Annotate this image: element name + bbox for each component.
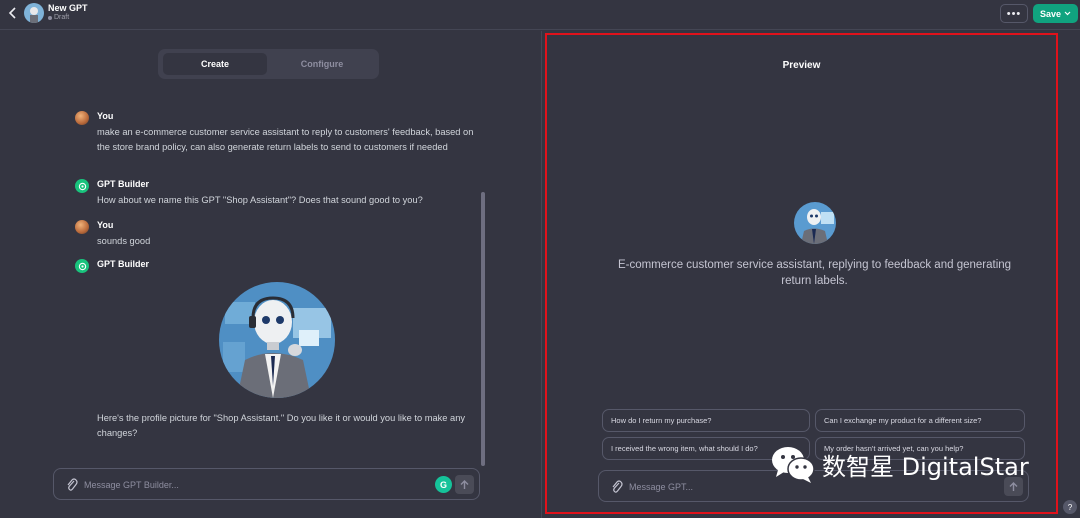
gpt-title: New GPT xyxy=(48,3,88,13)
message-text: sounds good xyxy=(97,236,151,246)
chat-scrollbar[interactable] xyxy=(481,192,485,466)
chevron-down-icon xyxy=(1064,11,1071,16)
paperclip-icon[interactable] xyxy=(610,479,624,495)
message-author: You xyxy=(97,220,114,230)
conversation-starter[interactable]: Can I exchange my product for a differen… xyxy=(815,409,1025,432)
save-label: Save xyxy=(1039,8,1062,19)
conversation-starter[interactable]: How do I return my purchase? xyxy=(602,409,810,432)
message-author: GPT Builder xyxy=(97,179,150,189)
gpt-avatar xyxy=(24,3,44,23)
grammarly-icon[interactable]: G xyxy=(435,476,452,493)
top-bar: New GPT Draft ••• Save xyxy=(0,0,1080,30)
tab-create[interactable]: Create xyxy=(163,53,267,75)
builder-message-box: G xyxy=(53,468,480,500)
generated-profile-picture xyxy=(219,282,335,398)
builder-message-input[interactable] xyxy=(84,477,424,493)
preview-title: Preview xyxy=(782,60,821,71)
message-text: How about we name this GPT "Shop Assista… xyxy=(97,195,423,205)
draft-status: Draft xyxy=(48,14,69,21)
wechat-logo-icon xyxy=(772,447,815,483)
mode-tabs: Create Configure xyxy=(158,49,379,79)
builder-pane: Create Configure You make an e-commerce … xyxy=(0,31,541,518)
save-button[interactable]: Save xyxy=(1033,4,1078,23)
help-button[interactable]: ? xyxy=(1063,500,1077,514)
user-avatar xyxy=(75,111,89,125)
message-text: make an e-commerce customer service assi… xyxy=(97,127,474,152)
more-options-button[interactable]: ••• xyxy=(1000,4,1028,23)
send-button[interactable] xyxy=(455,475,474,494)
message-author: You xyxy=(97,111,114,121)
preview-gpt-avatar xyxy=(794,202,836,244)
watermark: 数智星 DigitalStar xyxy=(770,444,1029,484)
gpt-builder-icon xyxy=(75,179,89,193)
paperclip-icon[interactable] xyxy=(65,477,79,493)
back-arrow-icon[interactable] xyxy=(4,4,22,22)
pane-divider xyxy=(541,31,542,518)
arrow-up-icon xyxy=(460,479,469,489)
message-text: Here's the profile picture for "Shop Ass… xyxy=(97,413,466,438)
gpt-description: E-commerce customer service assistant, r… xyxy=(617,259,1012,287)
status-dot-icon xyxy=(48,15,52,20)
user-avatar xyxy=(75,220,89,234)
message-author: GPT Builder xyxy=(97,259,150,269)
gpt-builder-icon xyxy=(75,259,89,273)
status-label: Draft xyxy=(54,14,70,21)
tab-configure[interactable]: Configure xyxy=(270,53,374,75)
preview-pane: Preview E-commerce customer service assi… xyxy=(545,33,1058,514)
watermark-text: 数智星 DigitalStar xyxy=(822,452,1029,481)
